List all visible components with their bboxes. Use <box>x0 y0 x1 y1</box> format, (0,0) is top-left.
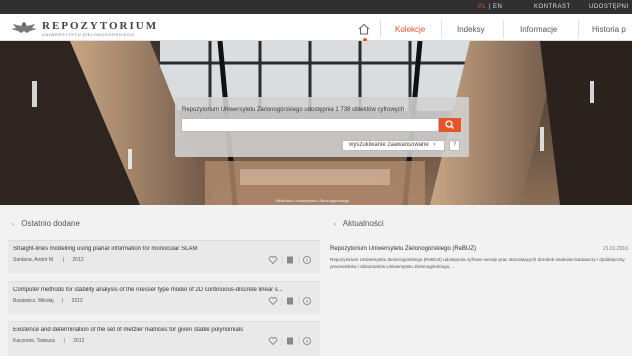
item-actions <box>268 255 312 265</box>
recent-heading-text: Ostatnio dodane <box>21 219 80 228</box>
search-panel: Repozytorium Uniwersytetu Zielonogórskie… <box>175 97 469 157</box>
chevron-right-icon: › <box>334 222 336 228</box>
list-item[interactable]: Straight-lines modelling using planar in… <box>8 240 320 273</box>
item-meta: Santana, André M. | 2012 <box>13 257 84 263</box>
item-year: 2012 <box>71 298 83 304</box>
help-button[interactable]: ? <box>449 140 460 151</box>
meta-separator: | <box>61 298 64 304</box>
advanced-search-button[interactable]: wyszukiwanie zaawansowane › <box>342 140 445 151</box>
list-item[interactable]: Computer methods for stability analysis … <box>8 281 320 314</box>
nav-divider <box>441 20 442 38</box>
brand-name[interactable]: REPOZYTORIUM <box>42 20 158 32</box>
heart-icon[interactable] <box>268 297 278 306</box>
nav-divider <box>578 20 579 38</box>
item-title[interactable]: Existence and determination of the set o… <box>13 327 313 333</box>
home-icon[interactable] <box>356 22 372 36</box>
hero-banner: Repozytorium Uniwersytetu Zielonogórskie… <box>0 41 632 205</box>
heart-icon[interactable] <box>268 256 278 265</box>
search-heading: Repozytorium Uniwersytetu Zielonogórskie… <box>182 107 405 113</box>
eagle-logo-icon[interactable] <box>9 20 39 35</box>
news-title[interactable]: Repozytorium Uniwersytetu Zielonogórskie… <box>330 246 476 252</box>
document-icon[interactable] <box>287 256 293 264</box>
news-date: 21.01.2016 <box>602 246 628 252</box>
news-section-heading: › Aktualności <box>334 219 384 228</box>
item-author: Santana, André M. <box>13 257 55 263</box>
nav-item-historia[interactable]: Historia p <box>592 25 626 34</box>
lang-en-link[interactable]: EN <box>493 4 502 10</box>
item-year: 2012 <box>72 257 84 263</box>
lang-pl-link[interactable]: PL <box>478 4 486 10</box>
meta-separator: | <box>63 338 65 344</box>
chevron-right-icon: › <box>433 142 436 148</box>
info-icon[interactable] <box>302 296 312 306</box>
nav-divider <box>380 20 381 38</box>
list-item[interactable]: Existence and determination of the set o… <box>8 321 320 356</box>
item-meta: Busłowicz, Mikołaj | 2012 <box>13 298 83 304</box>
hero-caption: Biblioteka Uniwersytetu Zielonogórskiego <box>276 198 350 203</box>
item-actions <box>268 296 312 306</box>
item-title[interactable]: Straight-lines modelling using planar in… <box>13 246 313 252</box>
nav-item-informacje[interactable]: Informacje <box>520 25 557 34</box>
news-heading-text: Aktualności <box>342 219 384 228</box>
item-author: Kaczorek, Tadeusz <box>13 338 56 344</box>
item-author: Busłowicz, Mikołaj <box>13 298 54 304</box>
item-actions <box>268 336 312 346</box>
contrast-link[interactable]: KONTRAST <box>534 4 571 10</box>
brand-subtitle: UNIWERSYTETU ZIELONOGÓRSKIEGO <box>42 32 135 37</box>
chevron-right-icon: › <box>12 222 14 228</box>
info-icon[interactable] <box>302 336 312 346</box>
lang-separator: | <box>489 4 492 10</box>
document-icon[interactable] <box>287 337 293 345</box>
nav-item-kolekcje[interactable]: Kolekcje <box>395 25 425 34</box>
item-meta: Kaczorek, Tadeusz | 2012 <box>13 338 84 344</box>
info-icon[interactable] <box>302 255 312 265</box>
site-header: REPOZYTORIUM UNIWERSYTETU ZIELONOGÓRSKIE… <box>0 14 632 42</box>
search-icon <box>445 120 454 129</box>
nav-item-indeksy[interactable]: Indeksy <box>457 25 485 34</box>
search-button[interactable] <box>439 118 461 132</box>
item-title[interactable]: Computer methods for stability analysis … <box>13 287 313 293</box>
news-item[interactable]: Repozytorium Uniwersytetu Zielonogórskie… <box>330 240 630 285</box>
item-year: 2012 <box>73 338 85 344</box>
recent-section-heading: › Ostatnio dodane <box>12 219 80 228</box>
top-utility-bar: PL | EN KONTRAST UDOSTĘPNI <box>0 0 632 14</box>
document-icon[interactable] <box>287 297 293 305</box>
nav-divider <box>503 20 504 38</box>
search-input[interactable] <box>181 118 439 132</box>
news-body: Repozytorium Uniwersytetu Zielonogórskie… <box>330 257 625 269</box>
accessibility-link[interactable]: UDOSTĘPNI <box>589 4 629 10</box>
heart-icon[interactable] <box>268 337 278 346</box>
advanced-search-label: wyszukiwanie zaawansowane <box>349 142 429 148</box>
meta-separator: | <box>62 257 65 263</box>
